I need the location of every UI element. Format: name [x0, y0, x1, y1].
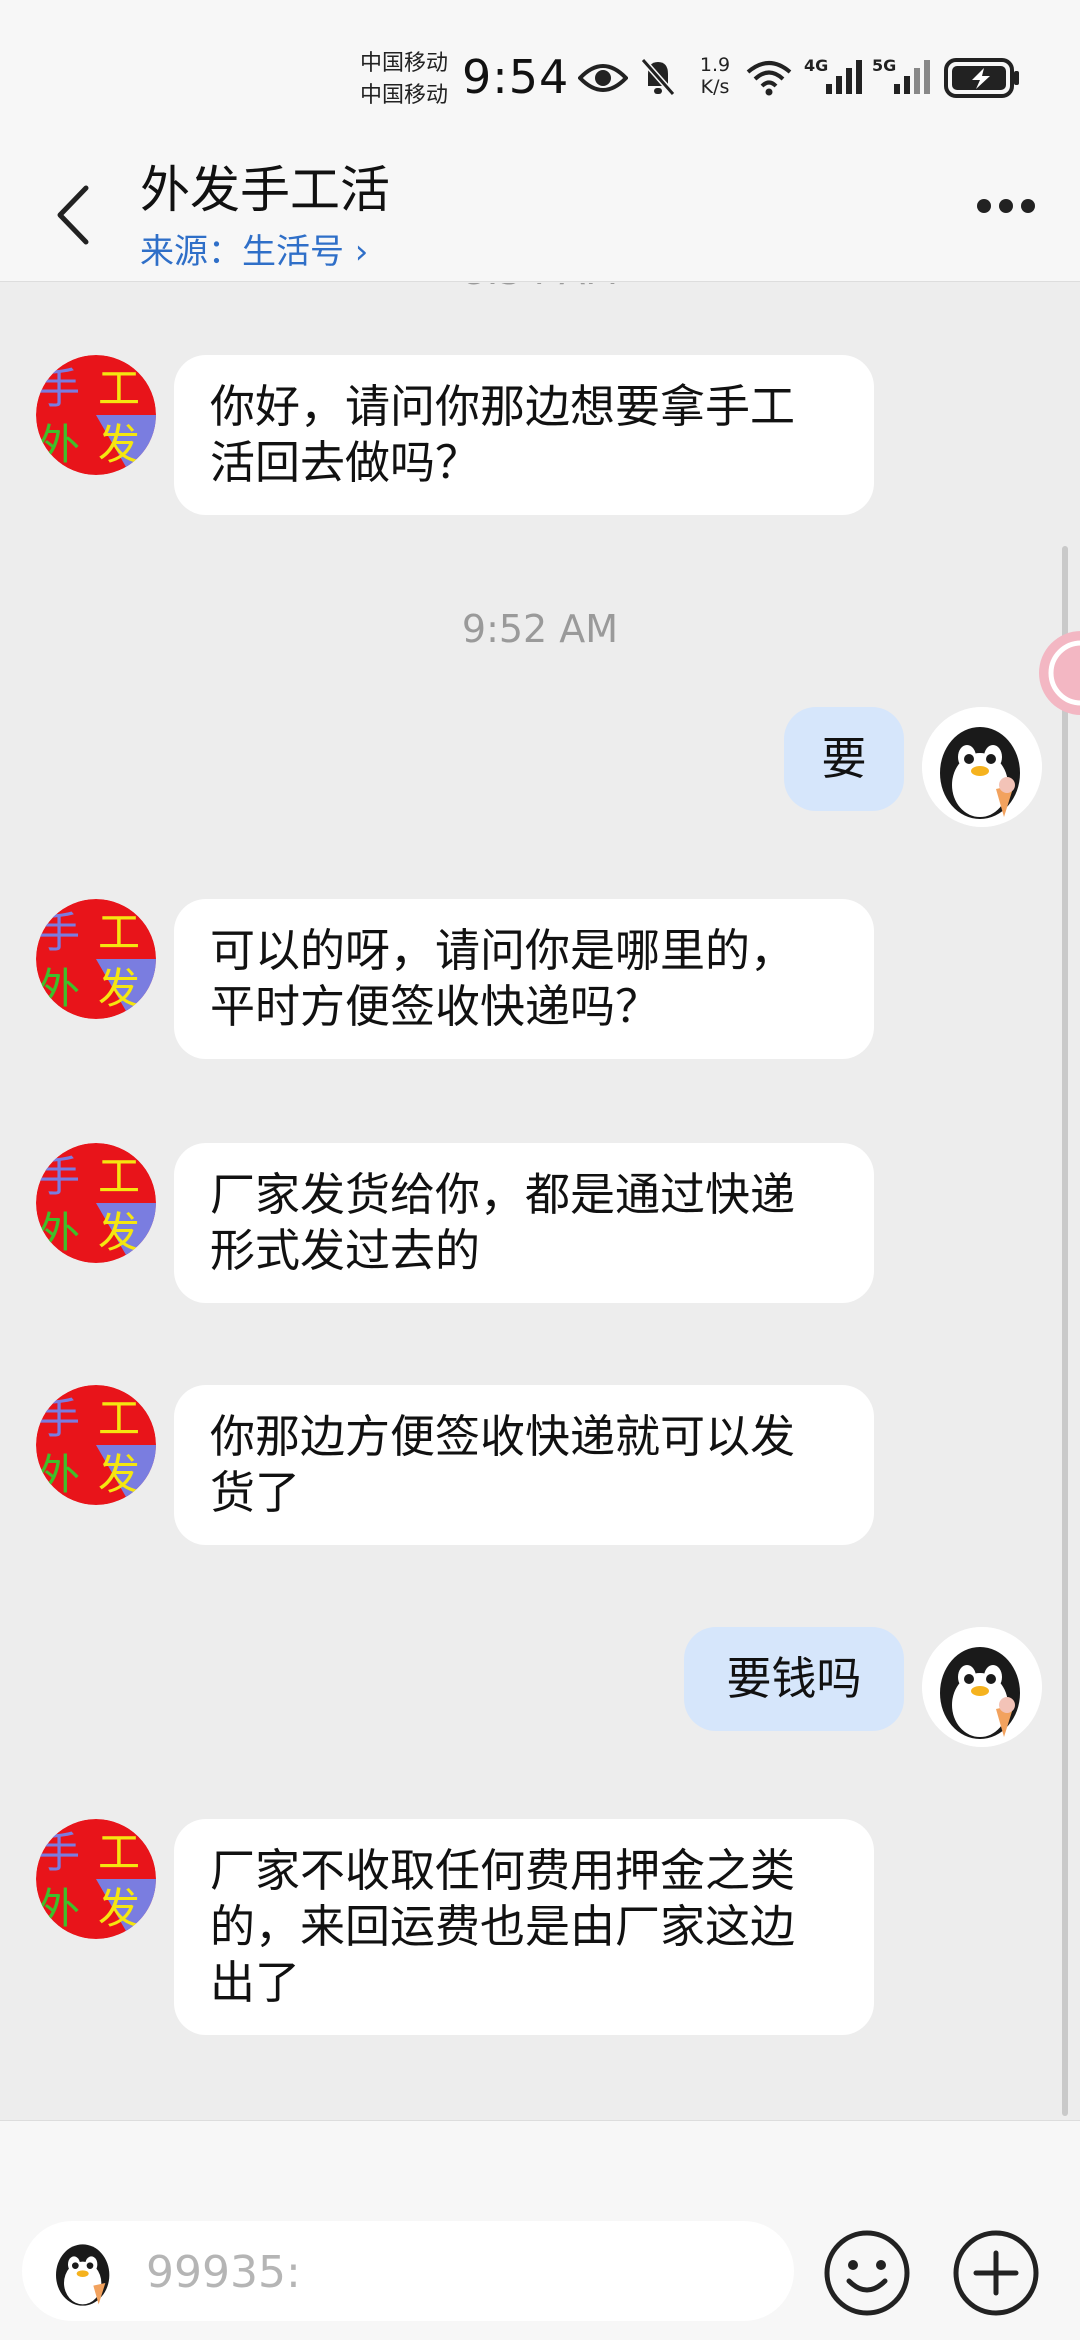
wifi-icon: [746, 61, 792, 96]
shop-avatar-char: 手: [38, 1152, 80, 1201]
shop-avatar-char: 发: [98, 420, 140, 469]
shop-avatar[interactable]: 手 工 外 发: [36, 355, 156, 475]
source-link[interactable]: 来源：生活号 ›: [140, 224, 368, 273]
shop-avatar-char: 发: [98, 1450, 140, 1499]
shop-avatar-char: 外: [38, 420, 80, 469]
message-list[interactable]: 8:54 AM 手 工 外 发 你好，请问你那边想要拿手工活回去做吗？ 9:52…: [0, 283, 1080, 2120]
battery-charging-icon: [944, 58, 1019, 98]
shop-avatar-char: 手: [38, 364, 80, 413]
carrier-labels: 中国移动 中国移动: [360, 48, 448, 112]
incoming-message[interactable]: 厂家不收取任何费用押金之类的，来回运费也是由厂家这边出了: [174, 1819, 874, 2035]
message-input[interactable]: 99935:: [22, 2221, 794, 2321]
net-speed-unit: K/s: [700, 76, 730, 98]
back-arrow-icon[interactable]: [48, 180, 98, 250]
shop-avatar-char: 发: [98, 1884, 140, 1933]
net-speed: 1.9 K/s: [690, 54, 740, 98]
eye-icon: [578, 64, 628, 92]
timestamp: 9:52 AM: [461, 607, 619, 651]
more-dots-icon[interactable]: [976, 194, 1036, 218]
signal-4g-label: 4G: [804, 56, 829, 75]
incoming-message[interactable]: 厂家发货给你，都是通过快递形式发过去的: [174, 1143, 874, 1303]
shop-avatar[interactable]: 手 工 外 发: [36, 1819, 156, 1939]
chat-title: 外发手工活: [140, 161, 390, 219]
carrier-2: 中国移动: [360, 83, 449, 108]
user-avatar[interactable]: [922, 707, 1042, 827]
shop-avatar-char: 工: [98, 1394, 140, 1443]
shop-avatar-char: 外: [38, 1208, 80, 1257]
incoming-message[interactable]: 你那边方便签收快递就可以发货了: [174, 1385, 874, 1545]
user-avatar[interactable]: [922, 1627, 1042, 1747]
signal-5g-icon: 5G: [872, 56, 932, 96]
shop-avatar-char: 发: [98, 1208, 140, 1257]
shop-avatar-char: 工: [98, 1152, 140, 1201]
scrollbar[interactable]: [1062, 546, 1068, 2116]
status-clock: 9:54: [462, 50, 570, 104]
shop-avatar-char: 发: [98, 964, 140, 1013]
chat-header: 外发手工活 来源：生活号 ›: [0, 150, 1080, 282]
status-bar: 中国移动 中国移动 9:54 1.9 K/s 4G 5G: [0, 0, 1080, 150]
shop-avatar-char: 外: [38, 964, 80, 1013]
shop-avatar[interactable]: 手 工 外 发: [36, 1385, 156, 1505]
mute-bell-icon: [640, 58, 676, 96]
shop-avatar-char: 手: [38, 1394, 80, 1443]
shop-avatar[interactable]: 手 工 外 发: [36, 899, 156, 1019]
shop-avatar-char: 手: [38, 1828, 80, 1877]
outgoing-message[interactable]: 要: [784, 707, 904, 811]
incoming-message[interactable]: 可以的呀，请问你是哪里的，平时方便签收快递吗？: [174, 899, 874, 1059]
shop-avatar-char: 工: [98, 1828, 140, 1877]
shop-avatar-char: 工: [98, 364, 140, 413]
timestamp: 8:54 AM: [0, 283, 1080, 293]
net-speed-value: 1.9: [699, 54, 731, 76]
shop-avatar-char: 外: [38, 1450, 80, 1499]
input-bar: 99935:: [0, 2120, 1080, 2340]
input-placeholder: 99935:: [146, 2247, 301, 2298]
plus-icon[interactable]: [952, 2229, 1040, 2317]
outgoing-message[interactable]: 要钱吗: [684, 1627, 904, 1731]
penguin-avatar-icon: [922, 1627, 1042, 1747]
floating-bubble-icon[interactable]: [1036, 628, 1080, 718]
penguin-avatar-icon[interactable]: [44, 2231, 124, 2311]
carrier-1: 中国移动: [360, 51, 449, 76]
signal-4g-icon: 4G: [804, 56, 864, 96]
incoming-message[interactable]: 你好，请问你那边想要拿手工活回去做吗？: [174, 355, 874, 515]
shop-avatar-char: 外: [38, 1884, 80, 1933]
emoji-icon[interactable]: [823, 2229, 911, 2317]
penguin-avatar-icon: [922, 707, 1042, 827]
shop-avatar-char: 手: [38, 908, 80, 957]
shop-avatar[interactable]: 手 工 外 发: [36, 1143, 156, 1263]
shop-avatar-char: 工: [98, 908, 140, 957]
signal-5g-label: 5G: [872, 56, 897, 75]
